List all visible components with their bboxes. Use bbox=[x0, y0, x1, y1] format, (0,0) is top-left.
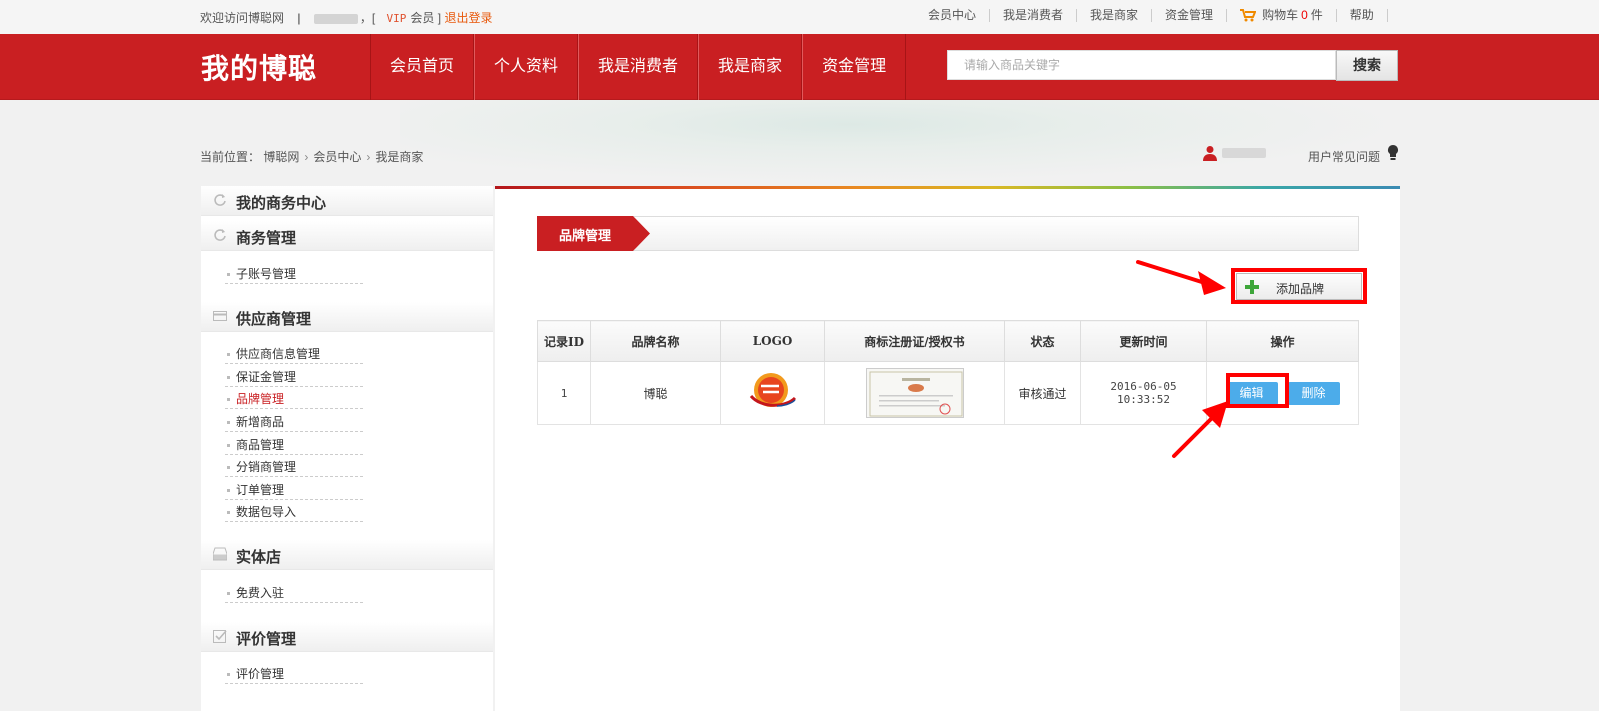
top-bar: 欢迎访问博聪网 | ，[ VIP 会员 ] 退出登录 会员中心 我是消费者 我是商… bbox=[0, 0, 1599, 34]
cart-count: 0 bbox=[1301, 8, 1308, 22]
sidebar-item-products[interactable]: 商品管理 bbox=[225, 435, 363, 455]
cart-label: 购物车 bbox=[1262, 8, 1299, 22]
col-header-logo: LOGO bbox=[720, 320, 825, 362]
sidebar-item-add-product[interactable]: 新增商品 bbox=[225, 412, 363, 432]
cell-certificate bbox=[824, 361, 1005, 425]
username-blurred bbox=[313, 13, 358, 24]
delete-button[interactable]: 删除 bbox=[1287, 381, 1340, 405]
nav-profile[interactable]: 个人资料 bbox=[474, 34, 579, 100]
panel-title-bar: 品牌管理 bbox=[537, 216, 1359, 251]
nav-member-home[interactable]: 会员首页 bbox=[370, 34, 475, 100]
user-icon bbox=[1203, 146, 1217, 161]
sidebar-item-sub-account[interactable]: 子账号管理 bbox=[225, 264, 363, 284]
main-header: 我的博聪 会员首页 个人资料 我是消费者 我是商家 资金管理 搜索 bbox=[0, 34, 1599, 100]
sidebar-item-free-settle[interactable]: 免费入驻 bbox=[225, 583, 363, 603]
breadcrumb-item-member-center[interactable]: 会员中心 bbox=[313, 150, 361, 164]
brand-logo-image bbox=[749, 373, 796, 407]
breadcrumb-arrow: › bbox=[304, 150, 309, 164]
nav-consumer[interactable]: 我是消费者 bbox=[578, 34, 699, 100]
sidebar-section-title: 实体店 bbox=[236, 548, 282, 566]
top-link-funds[interactable]: 资金管理 bbox=[1152, 9, 1228, 23]
col-header-updated: 更新时间 bbox=[1080, 320, 1207, 362]
panel-title-tab: 品牌管理 bbox=[537, 216, 652, 251]
cart-icon bbox=[1240, 9, 1257, 22]
member-label: 会员 bbox=[410, 11, 435, 25]
breadcrumb-item-merchant[interactable]: 我是商家 bbox=[375, 150, 423, 164]
user-info bbox=[1202, 145, 1266, 161]
col-header-name: 品牌名称 bbox=[590, 320, 721, 362]
site-logo[interactable]: 我的博聪 bbox=[201, 47, 317, 87]
cart-link[interactable]: 购物车 0 件 bbox=[1227, 8, 1337, 23]
store-icon bbox=[213, 547, 227, 561]
cell-brand-name: 博聪 bbox=[590, 361, 721, 425]
cart-unit: 件 bbox=[1310, 8, 1323, 22]
nav-merchant[interactable]: 我是商家 bbox=[698, 34, 803, 100]
sidebar-section-supplier[interactable]: 供应商管理 bbox=[201, 302, 493, 332]
rainbow-strip bbox=[495, 186, 1400, 189]
refresh-icon bbox=[214, 229, 226, 241]
sidebar-item-reviews[interactable]: 评价管理 bbox=[225, 664, 363, 684]
welcome-text: 欢迎访问博聪网 bbox=[200, 11, 285, 25]
top-link-consumer[interactable]: 我是消费者 bbox=[990, 9, 1078, 23]
sidebar-item-deposit[interactable]: 保证金管理 bbox=[225, 367, 363, 387]
sidebar-item-data-import[interactable]: 数据包导入 bbox=[225, 502, 363, 522]
top-links: 会员中心 我是消费者 我是商家 资金管理 购物车 0 件 帮助 bbox=[920, 8, 1388, 23]
certificate-thumbnail[interactable] bbox=[865, 368, 964, 418]
sidebar-item-supplier-info[interactable]: 供应商信息管理 bbox=[225, 344, 363, 364]
sidebar-section-title: 商务管理 bbox=[236, 229, 297, 247]
breadcrumb-arrow: › bbox=[366, 150, 371, 164]
sidebar-section-business-mgmt[interactable]: 商务管理 bbox=[201, 221, 493, 251]
highlight-box-add bbox=[1231, 268, 1367, 304]
table-header-row: 记录ID 品牌名称 LOGO 商标注册证/授权书 状态 更新时间 操作 bbox=[537, 320, 1359, 362]
search-input[interactable] bbox=[947, 50, 1336, 80]
cell-logo bbox=[720, 361, 825, 425]
top-link-member-center[interactable]: 会员中心 bbox=[920, 9, 991, 23]
sidebar-section-store[interactable]: 实体店 bbox=[201, 540, 493, 570]
decorative-banner bbox=[400, 100, 1400, 182]
nav-funds[interactable]: 资金管理 bbox=[802, 34, 907, 100]
member-separator: ，[ bbox=[359, 11, 376, 25]
sidebar-section-review[interactable]: 评价管理 bbox=[201, 622, 493, 652]
sidebar-item-orders[interactable]: 订单管理 bbox=[225, 480, 363, 500]
sidebar-section-business-center[interactable]: 我的商务中心 bbox=[201, 186, 493, 216]
breadcrumb-item-home[interactable]: 博聪网 bbox=[263, 150, 299, 164]
sidebar-section-title: 供应商管理 bbox=[236, 310, 312, 328]
breadcrumb: 当前位置： 博聪网 › 会员中心 › 我是商家 bbox=[200, 148, 423, 165]
top-link-merchant[interactable]: 我是商家 bbox=[1077, 9, 1153, 23]
main-panel: 品牌管理 添加品牌 记录ID 品牌名称 LOGO 商标注册证/授权书 状态 更新… bbox=[495, 186, 1400, 711]
username-blurred bbox=[1222, 148, 1266, 158]
col-header-status: 状态 bbox=[1004, 320, 1081, 362]
certificate-image bbox=[869, 371, 962, 417]
col-header-certificate: 商标注册证/授权书 bbox=[824, 320, 1005, 362]
checkbox-icon bbox=[213, 630, 227, 643]
refresh-icon bbox=[214, 194, 226, 206]
cell-updated: 2016-06-05 10:33:52 bbox=[1080, 361, 1207, 425]
breadcrumb-prefix: 当前位置： bbox=[200, 150, 261, 164]
col-header-actions: 操作 bbox=[1206, 320, 1359, 362]
faq-link[interactable]: 用户常见问题 bbox=[1308, 148, 1380, 165]
help-link[interactable]: 帮助 bbox=[1337, 9, 1388, 23]
lightbulb-icon bbox=[1388, 145, 1398, 160]
search-button[interactable]: 搜索 bbox=[1336, 50, 1398, 81]
highlight-box-edit bbox=[1226, 373, 1289, 408]
logout-link[interactable]: 退出登录 bbox=[444, 11, 492, 25]
sidebar-item-distributors[interactable]: 分销商管理 bbox=[225, 457, 363, 477]
page-title: 品牌管理 bbox=[559, 228, 612, 243]
sidebar-item-brand[interactable]: 品牌管理 bbox=[225, 389, 363, 409]
vip-badge: VIP bbox=[386, 12, 407, 25]
sidebar-section-title: 我的商务中心 bbox=[236, 194, 327, 212]
cell-status: 审核通过 bbox=[1004, 361, 1081, 425]
main-nav: 会员首页 个人资料 我是消费者 我是商家 资金管理 bbox=[370, 34, 907, 100]
sidebar: 我的商务中心 商务管理 子账号管理 供应商管理 供应商信息管理 保证金管理 品牌… bbox=[201, 186, 493, 711]
col-header-id: 记录ID bbox=[537, 320, 591, 362]
welcome-area: 欢迎访问博聪网 | ，[ VIP 会员 ] 退出登录 bbox=[200, 9, 492, 26]
sidebar-section-title: 评价管理 bbox=[236, 630, 297, 648]
cell-id: 1 bbox=[537, 361, 591, 425]
divider: | bbox=[297, 11, 301, 25]
bracket-close: ] bbox=[437, 11, 442, 25]
card-icon bbox=[213, 311, 227, 321]
